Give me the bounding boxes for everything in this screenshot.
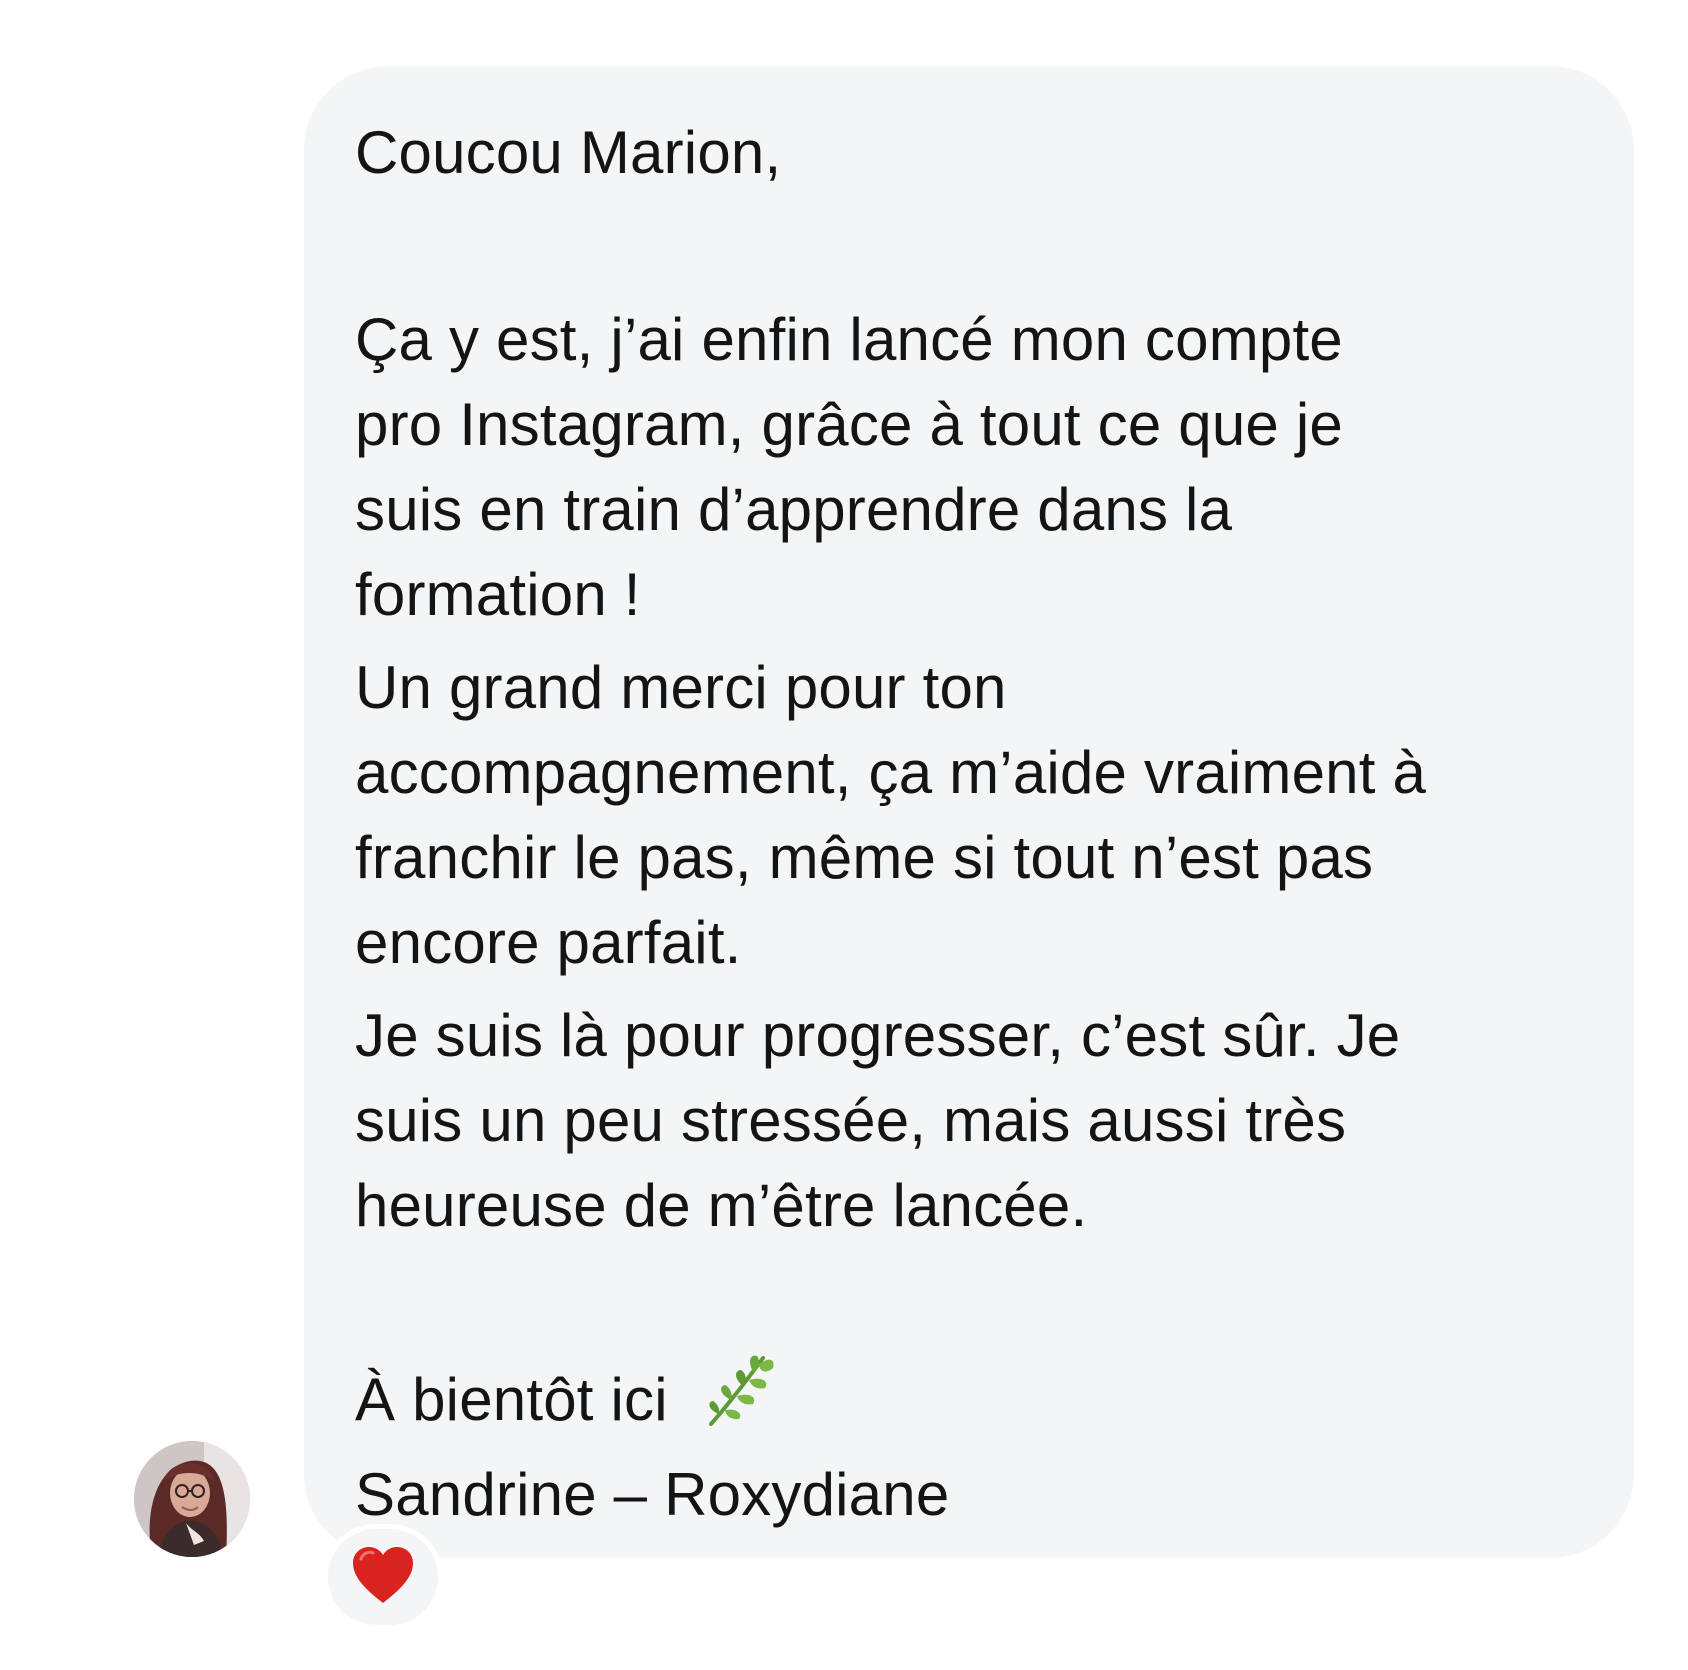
message-closing: À bientôt ici xyxy=(355,1366,668,1433)
message-line: suis un peu stressée, mais aussi très xyxy=(355,1087,1347,1154)
message-greeting: Coucou Marion, xyxy=(355,119,782,186)
message-closing-line: À bientôt ici xyxy=(355,1350,1580,1452)
message-line: Ça y est, j’ai enfin lancé mon compte xyxy=(355,306,1343,373)
message-line: heureuse de m’être lancée. xyxy=(355,1172,1088,1239)
message-line: pro Instagram, grâce à tout ce que je xyxy=(355,391,1343,458)
message-line: Un grand merci pour ton xyxy=(355,654,1007,721)
message-line: encore parfait. xyxy=(355,909,742,976)
message-line: Je suis là pour progresser, c’est sûr. J… xyxy=(355,1002,1401,1069)
message-line: suis en train d’apprendre dans la xyxy=(355,476,1233,543)
message-line: franchir le pas, même si tout n’est pas xyxy=(355,824,1374,891)
red-heart-icon xyxy=(351,1545,415,1610)
message-line: accompagnement, ça m’aide vraiment à xyxy=(355,739,1427,806)
herb-icon xyxy=(697,1350,777,1452)
message-signature: Sandrine – Roxydiane xyxy=(355,1461,950,1528)
message-line: formation ! xyxy=(355,561,641,628)
message-bubble[interactable]: Coucou Marion, Ça y est, j’ai enfin lanc… xyxy=(304,66,1634,1558)
reaction-badge[interactable] xyxy=(323,1524,443,1630)
avatar[interactable] xyxy=(134,1441,250,1557)
